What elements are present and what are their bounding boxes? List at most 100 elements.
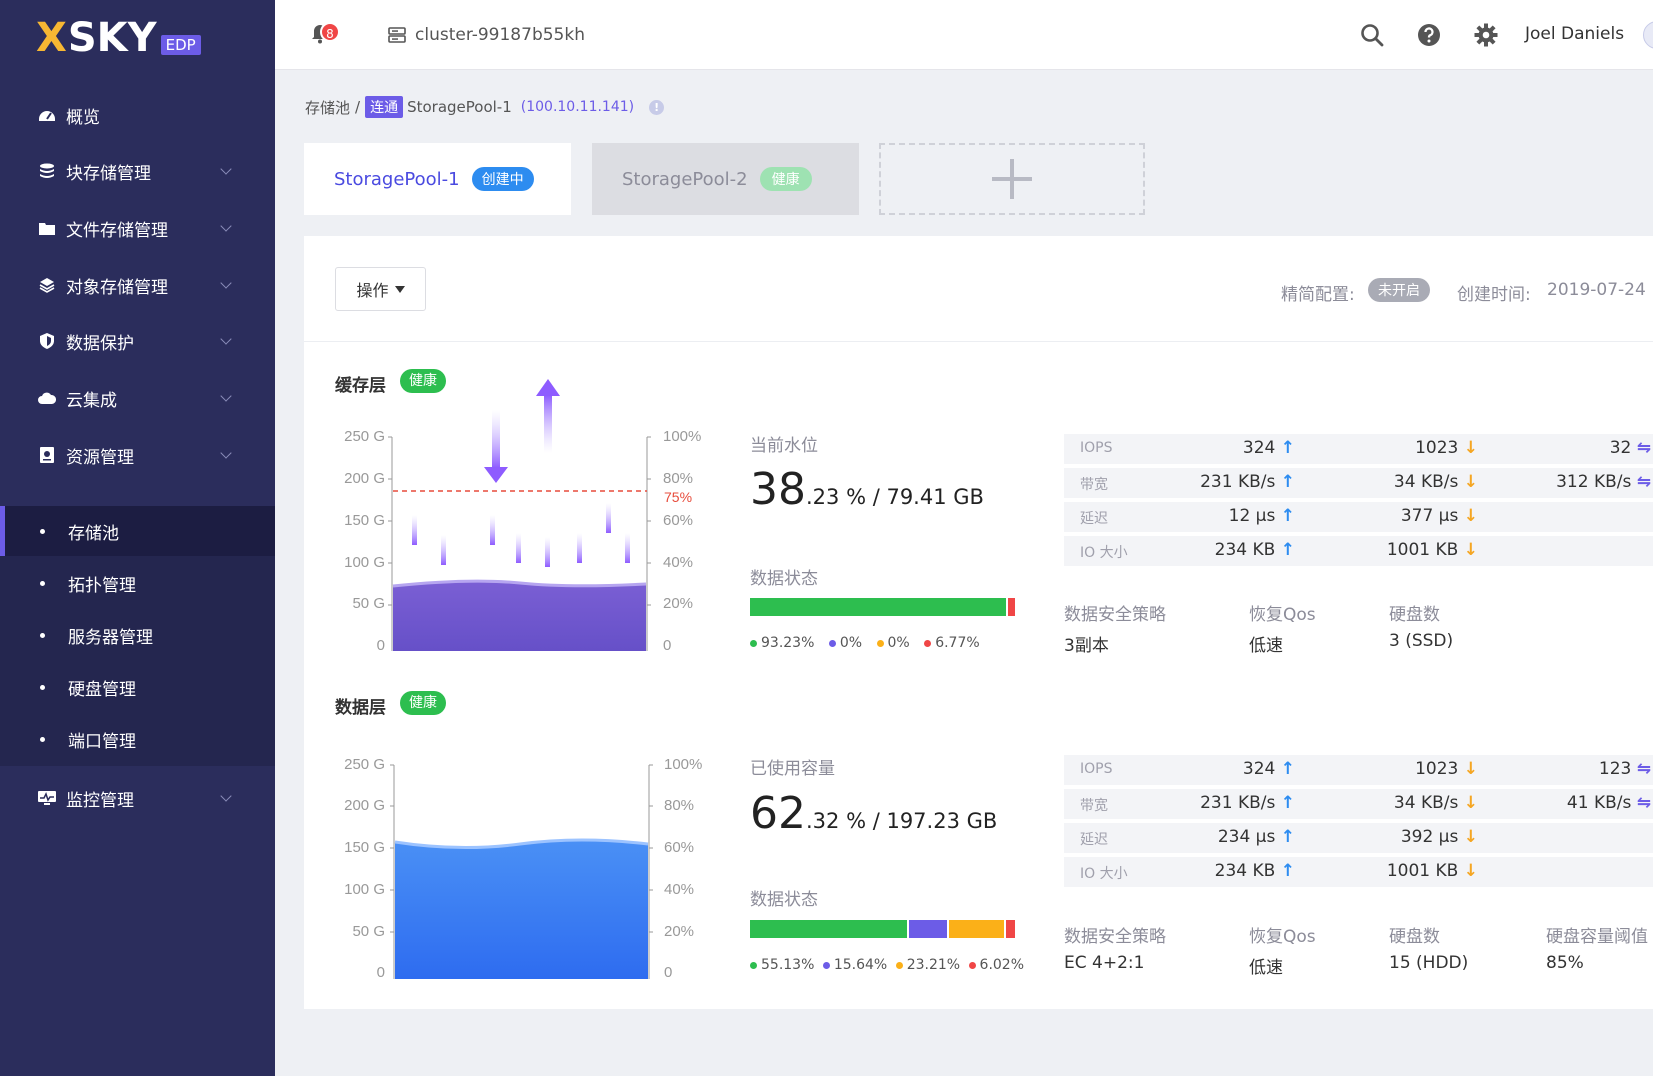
- tab-label: StoragePool-1: [334, 168, 460, 190]
- actions-dropdown[interactable]: 操作: [335, 267, 426, 311]
- add-pool-button[interactable]: [879, 143, 1145, 215]
- cache-level-fill: [393, 582, 646, 651]
- subnav-ports[interactable]: 端口管理: [0, 714, 275, 764]
- data-axis-right-tick: 0: [664, 964, 672, 981]
- dashboard-icon: [38, 107, 56, 123]
- data-axis-left-tick: 150 G: [344, 839, 385, 856]
- avatar[interactable]: S: [1643, 21, 1653, 49]
- arrow-up-icon: ↑: [1280, 438, 1295, 458]
- nav-cloud[interactable]: 云集成: [0, 370, 275, 426]
- subnav-label: 服务器管理: [68, 627, 153, 648]
- legend-item: 23.21%: [895, 957, 960, 973]
- data-stat-row-iops: IOPS 324 ↑ 1023 ↓ 123 ⇋: [1064, 755, 1653, 785]
- search-button[interactable]: [1360, 23, 1384, 51]
- bullet: [40, 528, 45, 534]
- info-value: 85%: [1546, 953, 1584, 973]
- legend-item: 93.23%: [750, 635, 814, 651]
- nav-data-protection[interactable]: 数据保护: [0, 313, 275, 369]
- info-label: 恢复Qos: [1249, 927, 1316, 947]
- cache-axis-left-tick: 100 G: [344, 554, 385, 571]
- data-data-status-bar: [750, 920, 1017, 938]
- cache-stat-row-bandwidth: 带宽 231 KB/s ↑ 34 KB/s ↓ 312 KB/s ⇋: [1064, 468, 1653, 498]
- legend-item: 0%: [828, 635, 862, 651]
- cluster-selector[interactable]: cluster-99187b55kh: [388, 25, 585, 45]
- tab-label: StoragePool-2: [622, 168, 748, 190]
- notification-button[interactable]: 8: [311, 22, 340, 46]
- swap-icon: ⇋: [1636, 472, 1651, 492]
- nav-overview[interactable]: 概览: [0, 87, 275, 143]
- nav-label: 概览: [66, 107, 100, 128]
- subnav-disks[interactable]: 硬盘管理: [0, 662, 275, 712]
- info-value: 3 (SSD): [1389, 631, 1454, 651]
- status-segment-red: [1008, 598, 1015, 616]
- nav-resource[interactable]: 资源管理: [0, 427, 275, 483]
- logo-x: X: [36, 15, 68, 61]
- cache-axis-left-tick: 250 G: [344, 428, 385, 445]
- help-button[interactable]: [1417, 23, 1441, 51]
- help-icon: [1418, 24, 1440, 46]
- arrow-up-icon: ↑: [1280, 540, 1295, 560]
- info-label: 硬盘容量阈值: [1546, 927, 1648, 947]
- user-name[interactable]: Joel Daniels: [1525, 24, 1624, 44]
- chevron-down-icon: [220, 163, 232, 175]
- card-toolbar: 操作 精简配置: 未开启 创建时间: 2019-07-24: [304, 236, 1653, 342]
- thin-provision-badge: 未开启: [1368, 278, 1430, 302]
- subnav-topology[interactable]: 拓扑管理: [0, 558, 275, 608]
- arrow-up-icon: ↑: [1280, 506, 1295, 526]
- subnav-storage-pool[interactable]: 存储池: [0, 506, 275, 556]
- subnav-label: 存储池: [68, 523, 119, 544]
- subnav-servers[interactable]: 服务器管理: [0, 610, 275, 660]
- shield-icon: [38, 333, 56, 349]
- resource-subnav: 存储池 拓扑管理 服务器管理 硬盘管理 端口管理: [0, 506, 275, 766]
- nav-block-storage[interactable]: 块存储管理: [0, 143, 275, 199]
- gear-icon: [1474, 23, 1498, 47]
- data-level-fill: [395, 840, 648, 979]
- info-icon[interactable]: !: [649, 99, 665, 115]
- data-percent-readout: 62.32 % / 197.23 GB: [750, 788, 997, 839]
- cache-axis-left-tick: 0: [377, 637, 385, 654]
- nav-label: 文件存储管理: [66, 220, 168, 241]
- tab-storagepool-2[interactable]: StoragePool-2 健康: [592, 143, 859, 215]
- threshold-label: 75%: [664, 489, 692, 505]
- nav-file-storage[interactable]: 文件存储管理: [0, 200, 275, 256]
- write-arrow-shaft: [492, 410, 500, 468]
- database-icon: [38, 163, 56, 179]
- data-axis-left-tick: 50 G: [352, 923, 385, 940]
- arrow-down-icon: ↓: [1463, 472, 1478, 492]
- arrow-up-icon: ↑: [1280, 759, 1295, 779]
- arrow-up-icon: ↑: [1280, 472, 1295, 492]
- thin-provision-label: 精简配置:: [1281, 285, 1355, 305]
- arrow-down-icon: ↓: [1463, 861, 1478, 881]
- breadcrumb-root[interactable]: 存储池: [305, 97, 350, 118]
- breadcrumb-sep: /: [355, 98, 361, 116]
- info-value: 15 (HDD): [1389, 953, 1469, 973]
- cache-percent-readout: 38.23 % / 79.41 GB: [750, 464, 984, 515]
- data-percent-dec: .32 % / 197.23 GB: [806, 809, 998, 833]
- info-label: 数据安全策略: [1064, 927, 1166, 947]
- pool-ip: (100.10.11.141): [520, 99, 635, 115]
- bullet: [40, 684, 45, 690]
- read-arrow-shaft: [544, 395, 552, 453]
- cache-stat-row-iops: IOPS 324 ↑ 1023 ↓ 32 ⇋: [1064, 434, 1653, 464]
- server-icon: [388, 27, 406, 43]
- status-segment-red: [1006, 920, 1015, 938]
- tab-storagepool-1[interactable]: StoragePool-1 创建中: [304, 143, 571, 215]
- topbar: 8 cluster-99187b55kh Joel Daniels S: [275, 0, 1653, 70]
- swap-icon: ⇋: [1636, 793, 1651, 813]
- nav-label: 监控管理: [66, 790, 134, 811]
- data-axis-right-tick: 80%: [664, 797, 694, 814]
- status-segment-purple: [909, 920, 947, 938]
- subnav-label: 端口管理: [68, 731, 136, 752]
- data-stat-row-iosize: IO 大小 234 KB ↑ 1001 KB ↓: [1064, 857, 1653, 887]
- chevron-down-icon: [220, 390, 232, 402]
- cache-axis-right-tick: 40%: [663, 554, 693, 571]
- data-stat-row-bandwidth: 带宽 231 KB/s ↑ 34 KB/s ↓ 41 KB/s ⇋: [1064, 789, 1653, 819]
- cache-status-legend: 93.23% 0% 0% 6.77%: [750, 635, 990, 651]
- settings-button[interactable]: [1474, 23, 1498, 51]
- sidebar: X SKY EDP 概览 块存储管理 文件存储管理 对象存储管理 数据保护 云集成 …: [0, 0, 275, 1076]
- data-axis-right-tick: 40%: [664, 881, 694, 898]
- nav-monitoring[interactable]: 监控管理: [0, 770, 275, 826]
- nav-object-storage[interactable]: 对象存储管理: [0, 257, 275, 313]
- arrow-up-icon: ↑: [1280, 793, 1295, 813]
- chevron-down-icon: [220, 220, 232, 232]
